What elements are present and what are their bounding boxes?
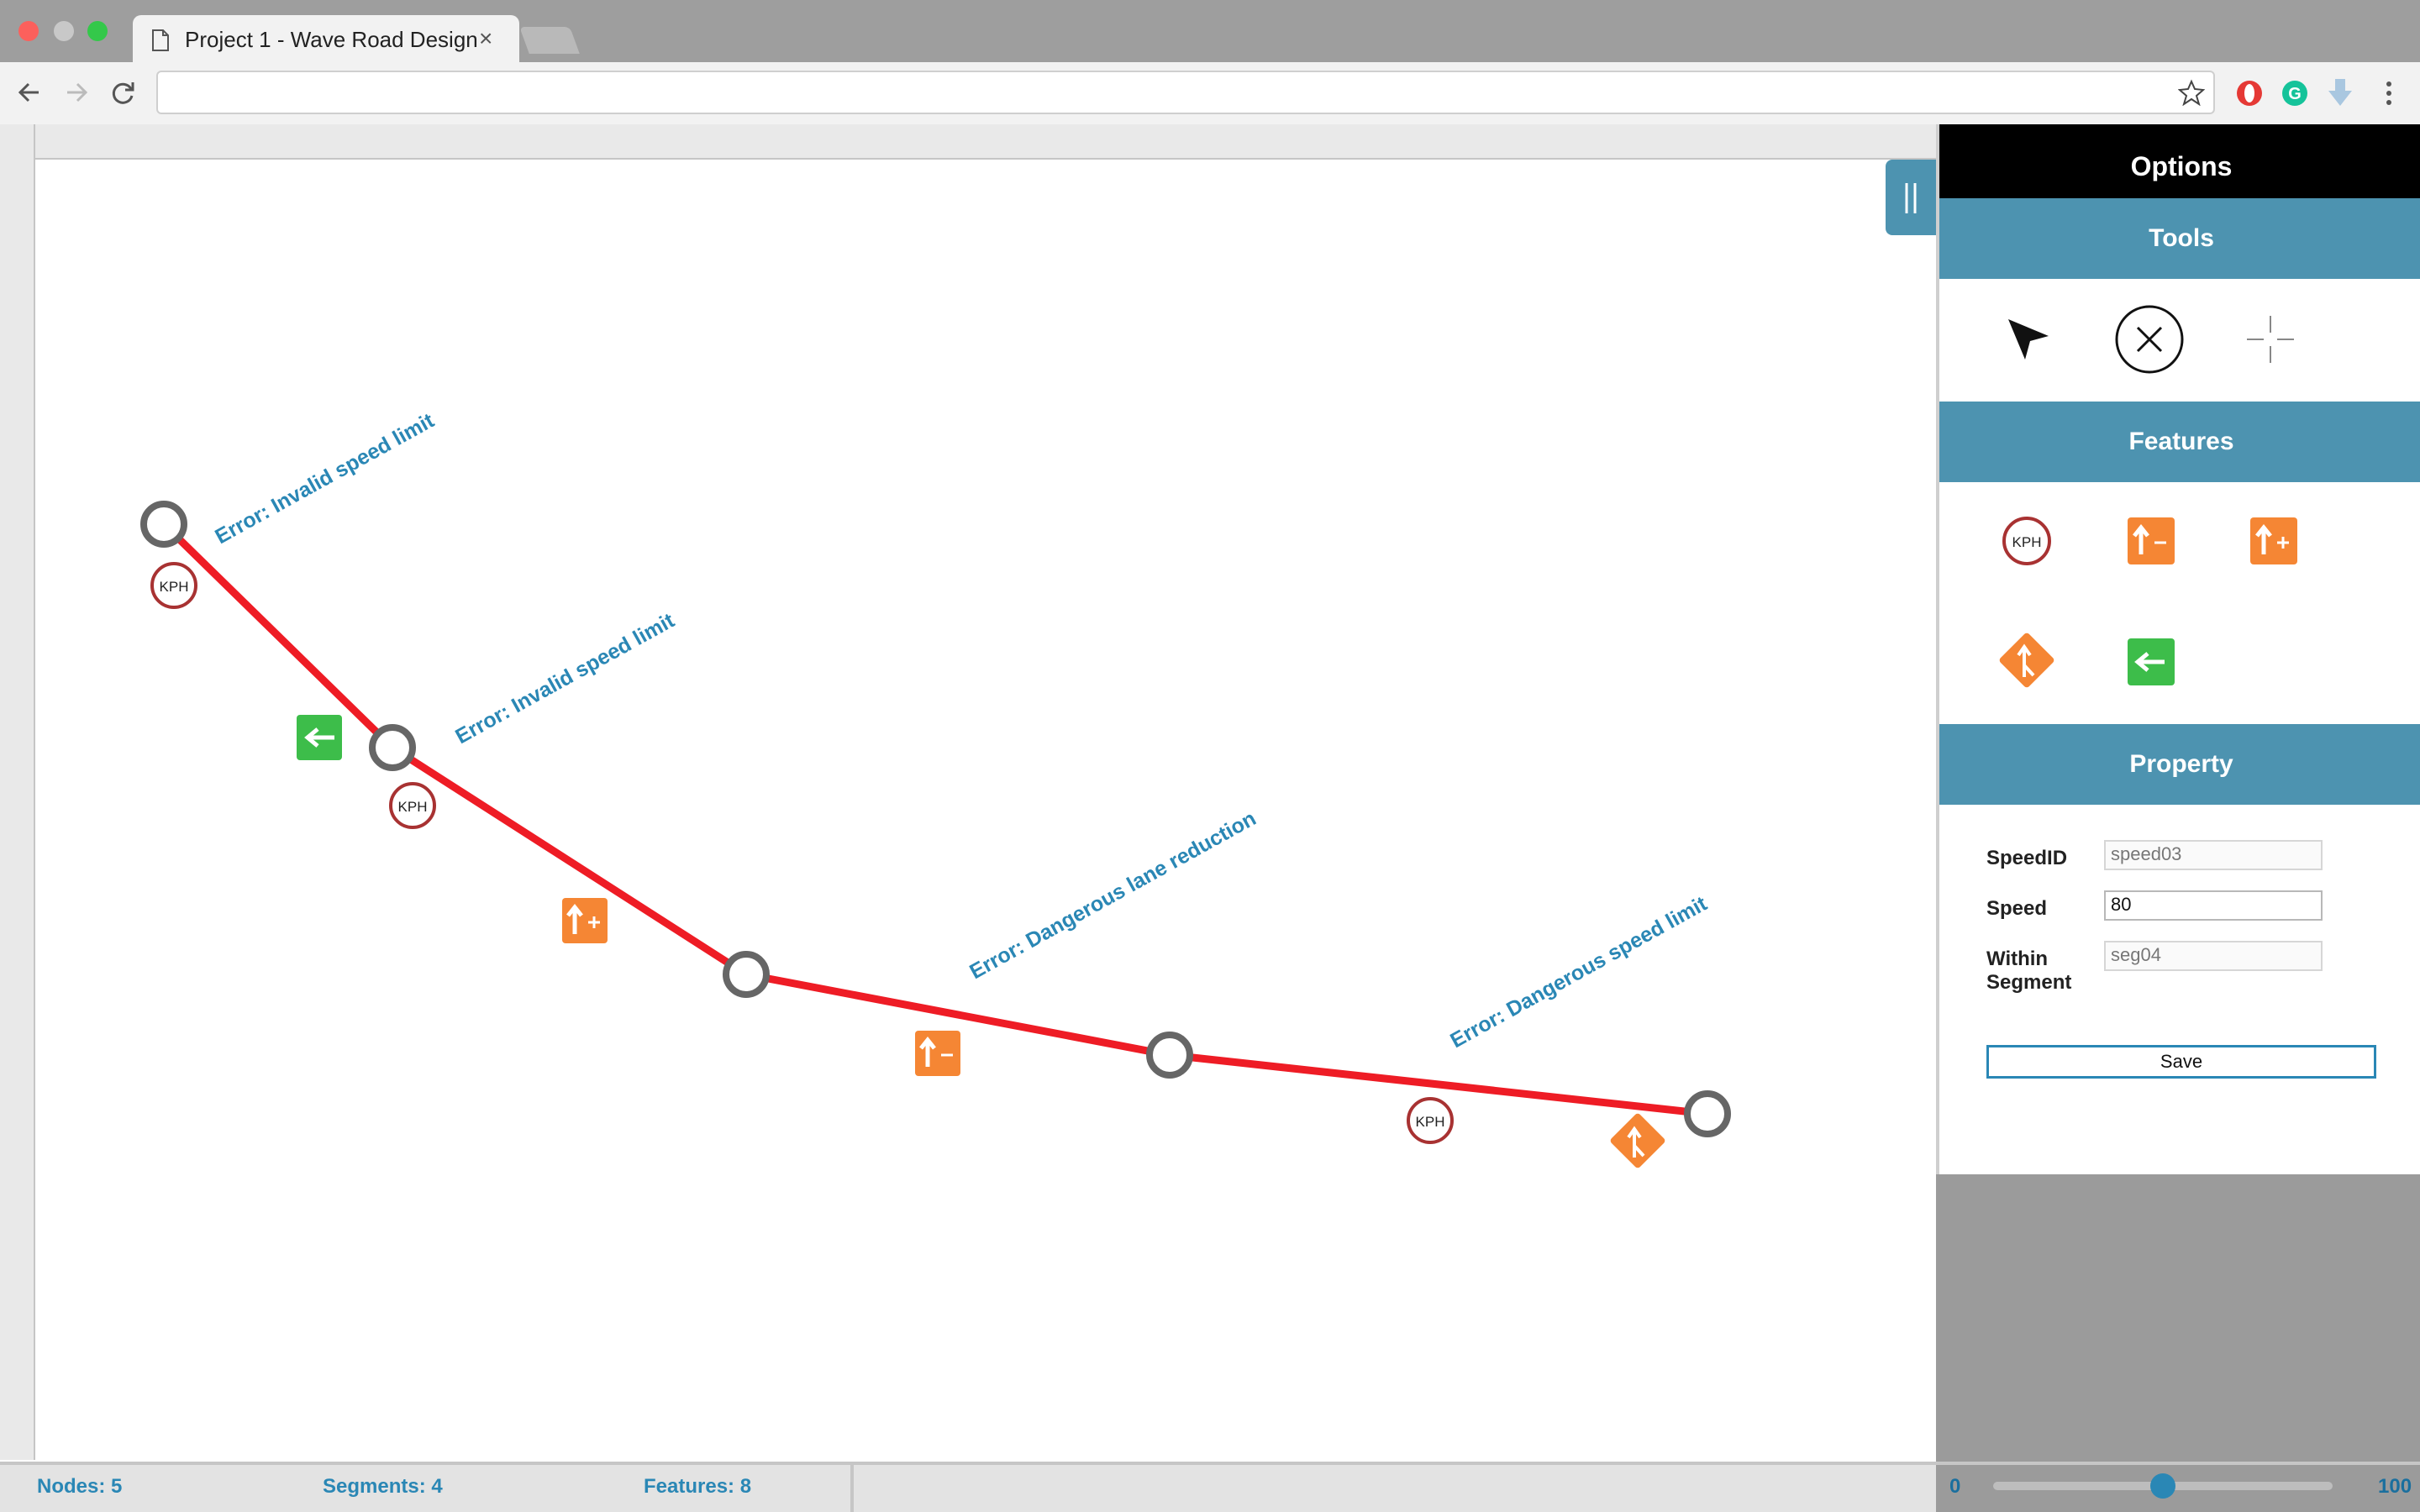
slider-min-label: 0 xyxy=(1949,1475,1961,1498)
speed-limit-kph-icon[interactable]: KPH xyxy=(389,782,436,829)
error-label: Error: Dangerous lane reduction xyxy=(965,806,1260,984)
speed-limit-kph-icon[interactable]: KPH xyxy=(150,562,197,609)
segment-label-line2: Segment xyxy=(1986,971,2072,994)
url-bar[interactable] xyxy=(156,71,2215,114)
merge-sign-icon[interactable] xyxy=(1609,1112,1666,1169)
error-label: Error: Dangerous speed limit xyxy=(1446,891,1711,1053)
road-node[interactable] xyxy=(369,724,416,771)
minimize-window-button[interactable] xyxy=(54,21,74,41)
kph-label: KPH xyxy=(2012,534,2042,550)
browser-tab[interactable]: Project 1 - Wave Road Design × xyxy=(133,15,519,64)
back-button[interactable] xyxy=(10,72,50,113)
speed-limit-kph-icon[interactable]: KPH xyxy=(2002,516,2052,566)
panel-title: Options xyxy=(1939,124,2420,198)
merge-sign-icon[interactable] xyxy=(1996,630,2057,690)
segment-label-line1: Within xyxy=(1986,948,2049,970)
new-tab-button[interactable] xyxy=(519,27,580,54)
kph-label: KPH xyxy=(1416,1114,1445,1130)
node-count: Nodes: 5 xyxy=(37,1475,123,1498)
back-arrow-icon xyxy=(18,82,39,102)
road-node[interactable] xyxy=(723,951,770,998)
options-panel: Options Tools Features KPH Property Spee… xyxy=(1936,124,2420,1174)
zoom-slider-bar: 0 100 xyxy=(1936,1462,2420,1512)
status-divider xyxy=(850,1465,854,1512)
opera-extension-icon[interactable] xyxy=(2235,79,2264,108)
save-button[interactable]: Save xyxy=(1986,1045,2376,1079)
speed-field[interactable]: 80 xyxy=(2104,890,2323,921)
ruler-top xyxy=(0,124,1936,160)
tab-close-button[interactable]: × xyxy=(479,25,492,52)
reload-icon xyxy=(112,82,134,104)
error-label: Error: Invalid speed limit xyxy=(211,408,439,549)
features-header: Features xyxy=(1939,402,2420,482)
speed-label: Speed xyxy=(1986,897,2048,920)
error-label: Error: Invalid speed limit xyxy=(451,608,679,748)
slider-thumb[interactable] xyxy=(2150,1473,2175,1499)
lane-reduction-icon[interactable] xyxy=(915,1031,960,1076)
lane-addition-icon[interactable] xyxy=(2250,517,2297,564)
slider-max-label: 100 xyxy=(2378,1475,2412,1498)
kph-label: KPH xyxy=(398,799,428,815)
speed-limit-kph-icon[interactable]: KPH xyxy=(1407,1097,1454,1144)
feature-count: Features: 8 xyxy=(644,1475,752,1498)
tab-title: Project 1 - Wave Road Design xyxy=(185,27,478,52)
crosshair-icon[interactable] xyxy=(2245,314,2296,365)
grammarly-extension-icon[interactable]: G xyxy=(2281,79,2309,108)
menu-kebab-icon[interactable] xyxy=(2378,79,2400,108)
document-icon xyxy=(152,29,169,51)
drag-handle-icon xyxy=(1905,183,1917,213)
reload-button[interactable] xyxy=(103,72,143,113)
browser-titlebar: Project 1 - Wave Road Design × xyxy=(0,0,2420,64)
maximize-window-button[interactable] xyxy=(87,21,108,41)
segment-count: Segments: 4 xyxy=(323,1475,443,1498)
download-extension-icon[interactable] xyxy=(2326,77,2354,109)
svg-text:G: G xyxy=(2288,85,2302,103)
panel-empty-area xyxy=(1936,1174,2420,1462)
ruler-left xyxy=(0,124,35,1460)
status-bar: Nodes: 5 Segments: 4 Features: 8 xyxy=(0,1462,1936,1512)
tools-header: Tools xyxy=(1939,198,2420,279)
select-arrow-icon[interactable] xyxy=(2003,314,2054,365)
speedid-field[interactable]: speed03 xyxy=(2104,840,2323,870)
road-node[interactable] xyxy=(140,501,187,548)
bookmark-star-icon[interactable] xyxy=(2178,79,2205,106)
forward-button[interactable] xyxy=(55,72,96,113)
segment-field[interactable]: seg04 xyxy=(2104,941,2323,971)
road-node[interactable] xyxy=(1684,1090,1731,1137)
property-header: Property xyxy=(1939,724,2420,805)
lane-addition-icon[interactable] xyxy=(562,898,608,943)
lane-reduction-icon[interactable] xyxy=(2128,517,2175,564)
turn-left-arrow-icon[interactable] xyxy=(2128,638,2175,685)
road-drawing[interactable]: KPH KPH KPH Error: Invalid speed limit E… xyxy=(35,160,1936,1460)
kph-label: KPH xyxy=(160,579,189,595)
road-node[interactable] xyxy=(1146,1032,1193,1079)
design-canvas[interactable]: KPH KPH KPH Error: Invalid speed limit E… xyxy=(35,160,1936,1460)
close-window-button[interactable] xyxy=(18,21,39,41)
speedid-label: SpeedID xyxy=(1986,847,2068,869)
browser-toolbar: G xyxy=(0,62,2420,126)
forward-arrow-icon xyxy=(67,82,88,102)
panel-collapse-handle[interactable] xyxy=(1886,160,1936,235)
turn-left-arrow-icon[interactable] xyxy=(297,715,342,760)
delete-circle-x-icon[interactable] xyxy=(2114,304,2185,375)
